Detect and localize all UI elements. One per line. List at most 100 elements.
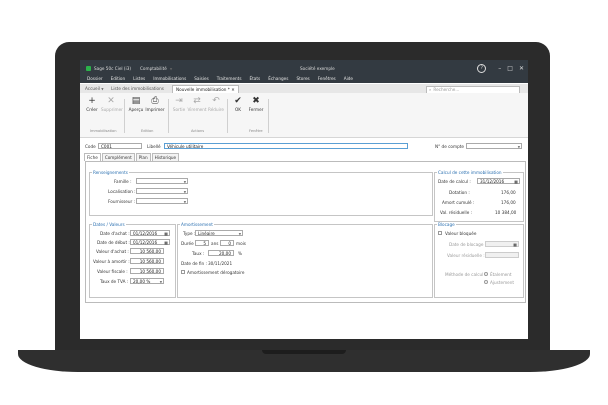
date-achat-label: Date d'achat : [100, 231, 130, 236]
printer-icon: ⎙ [151, 96, 159, 106]
code-label: Code [85, 144, 96, 149]
chevron-down-icon: ▼ [238, 232, 241, 236]
chevron-down-icon: ▼ [517, 145, 520, 149]
calendar-icon[interactable]: ▦ [164, 240, 168, 246]
fiche-panel: Renseignements Famille : ▼ Localisation … [85, 161, 526, 303]
search-input[interactable]: Recherche... [433, 87, 459, 92]
menu-edition[interactable]: Edition [111, 76, 126, 84]
duree-ans-input[interactable]: 5 [195, 240, 209, 246]
tab-liste-immobilisations[interactable]: Liste des immobilisations [108, 85, 167, 93]
laptop-notch [262, 350, 346, 354]
valeur-bloquee-checkbox[interactable] [438, 231, 442, 235]
libelle-input[interactable]: Véhicule utilitaire [164, 143, 408, 149]
calcul-title: Calcul de cette immobilisation [437, 170, 503, 175]
menu-saisies[interactable]: Saisies [194, 76, 209, 84]
ok-button[interactable]: ✔ OK [228, 96, 248, 112]
chevron-down-icon: ▼ [183, 180, 186, 184]
menu-aide[interactable]: Aide [344, 76, 353, 84]
blocage-title: Blocage [437, 222, 456, 227]
close-icon[interactable]: ✕ [519, 65, 524, 72]
tab-fiche[interactable]: Fiche [84, 153, 101, 161]
famille-select[interactable]: ▼ [136, 178, 188, 184]
document-tabs: Accueil ▼ Liste des immobilisations Nouv… [80, 84, 528, 94]
menu-etats[interactable]: États [250, 76, 261, 84]
calendar-icon[interactable]: ▦ [164, 231, 168, 237]
supprimer-button[interactable]: ✕ Supprimer [101, 96, 123, 112]
ans-label: ans [211, 241, 219, 246]
tab-accueil[interactable]: Accueil ▼ [82, 85, 107, 93]
localisation-select[interactable]: ▼ [136, 188, 188, 194]
transfer-icon: ⇄ [193, 96, 201, 106]
menu-listes[interactable]: Listes [133, 76, 145, 84]
app-window: Sage 50c Ciel (i3) Comptabilité ▼ Société… [80, 60, 528, 339]
help-icon[interactable]: ? [477, 64, 487, 73]
dotation-label: Dotation : [449, 190, 470, 195]
preview-icon: ▤ [131, 96, 141, 106]
code-input[interactable]: C001 [98, 143, 142, 149]
virement-button[interactable]: ⇄ Virement [187, 96, 207, 112]
taux-tva-select[interactable]: 20,00 % ▼ [130, 278, 164, 284]
date-debut-label: Date de début : [97, 240, 130, 245]
etalement-radio[interactable] [484, 272, 488, 276]
creer-button[interactable]: + Créer [82, 96, 102, 112]
menu-traitements[interactable]: Traitements [217, 76, 242, 84]
ajustement-radio[interactable] [484, 280, 488, 284]
imprimer-button[interactable]: ⎙ Imprimer [145, 96, 165, 112]
window-controls: ? – □ ✕ [477, 64, 524, 73]
ribbon-separator [124, 99, 125, 133]
valeur-residuelle-input[interactable] [485, 252, 519, 258]
taux-label: Taux : [192, 251, 205, 256]
calendar-icon[interactable]: ▦ [514, 179, 518, 185]
tab-plan[interactable]: Plan [135, 153, 151, 161]
dotation-value: 176,00 [501, 190, 516, 195]
tab-historique[interactable]: Historique [151, 153, 180, 161]
duree-mois-input[interactable]: 0 [220, 240, 234, 246]
date-debut-input[interactable]: 01/12/2016 ▦ [130, 239, 170, 245]
amortissement-title: Amortissement [180, 222, 214, 227]
compte-select[interactable]: ▼ [466, 143, 522, 149]
date-calcul-input[interactable]: 31/12/2016 ▦ [477, 178, 520, 184]
menu-stores[interactable]: Stores [296, 76, 309, 84]
inner-tabs: Fiche Complément Plan Historique [84, 153, 180, 161]
renseignements-title: Renseignements [92, 170, 129, 175]
group-immobilisation: Immobilisation [90, 129, 117, 133]
fermer-button[interactable]: ✖ Fermer [246, 96, 266, 112]
tab-close-icon[interactable]: ✕ [231, 87, 235, 92]
sortie-button[interactable]: ⇥ Sortie [169, 96, 189, 112]
date-blocage-input[interactable]: ▦ [485, 241, 519, 247]
ribbon: + Créer ✕ Supprimer Immobilisation ▤ Aperçu… [80, 93, 528, 138]
menu-echanges[interactable]: Échanges [268, 76, 288, 84]
module-selector[interactable]: Comptabilité ▼ [140, 66, 172, 71]
compte-label: N° de compte [435, 144, 464, 149]
minimize-icon[interactable]: – [498, 65, 501, 72]
fournisseur-select[interactable]: ▼ [136, 198, 188, 204]
date-achat-input[interactable]: 01/12/2016 ▦ [130, 230, 170, 236]
valeur-fiscale-input[interactable]: 10 560,00 [130, 268, 164, 274]
valeur-amortir-label: Valeur à amortir : [93, 259, 130, 264]
valeur-residuelle-label: Valeur résiduelle : [447, 253, 485, 258]
menu-immobilisations[interactable]: Immobilisations [153, 76, 186, 84]
date-blocage-label: Date de blocage : [449, 242, 487, 247]
renseignements-box: Renseignements Famille : ▼ Localisation … [89, 170, 433, 216]
reduire-button[interactable]: ↶ Réduire [206, 96, 226, 112]
chevron-down-icon: ▼ [183, 190, 186, 194]
menu-dossier[interactable]: Dossier [87, 76, 103, 84]
valeur-achat-input[interactable]: 10 560,00 [130, 248, 164, 254]
val-residuelle-value: 10 384,00 [495, 210, 517, 215]
ribbon-separator [268, 99, 269, 133]
derogatoire-checkbox[interactable] [181, 270, 185, 274]
type-label: Type : [183, 231, 196, 236]
maximize-icon[interactable]: □ [507, 65, 513, 72]
type-select[interactable]: Linéaire ▼ [195, 230, 243, 236]
apercu-button[interactable]: ▤ Aperçu [126, 96, 146, 112]
blocage-box: Blocage Valeur bloquée Date de blocage :… [434, 222, 524, 298]
fournisseur-label: Fournisseur : [108, 199, 135, 204]
valeur-amortir-input[interactable]: 10 560,00 [130, 258, 164, 264]
menu-fenetres[interactable]: Fenêtres [318, 76, 336, 84]
tab-complement[interactable]: Complément [101, 153, 135, 161]
chevron-down-icon: ▼ [159, 280, 162, 284]
calendar-icon[interactable]: ▦ [513, 242, 517, 248]
exit-icon: ⇥ [175, 96, 183, 106]
title-bar: Sage 50c Ciel (i3) Comptabilité ▼ Société… [80, 60, 528, 83]
taux-input[interactable]: 20,00 [208, 250, 234, 256]
